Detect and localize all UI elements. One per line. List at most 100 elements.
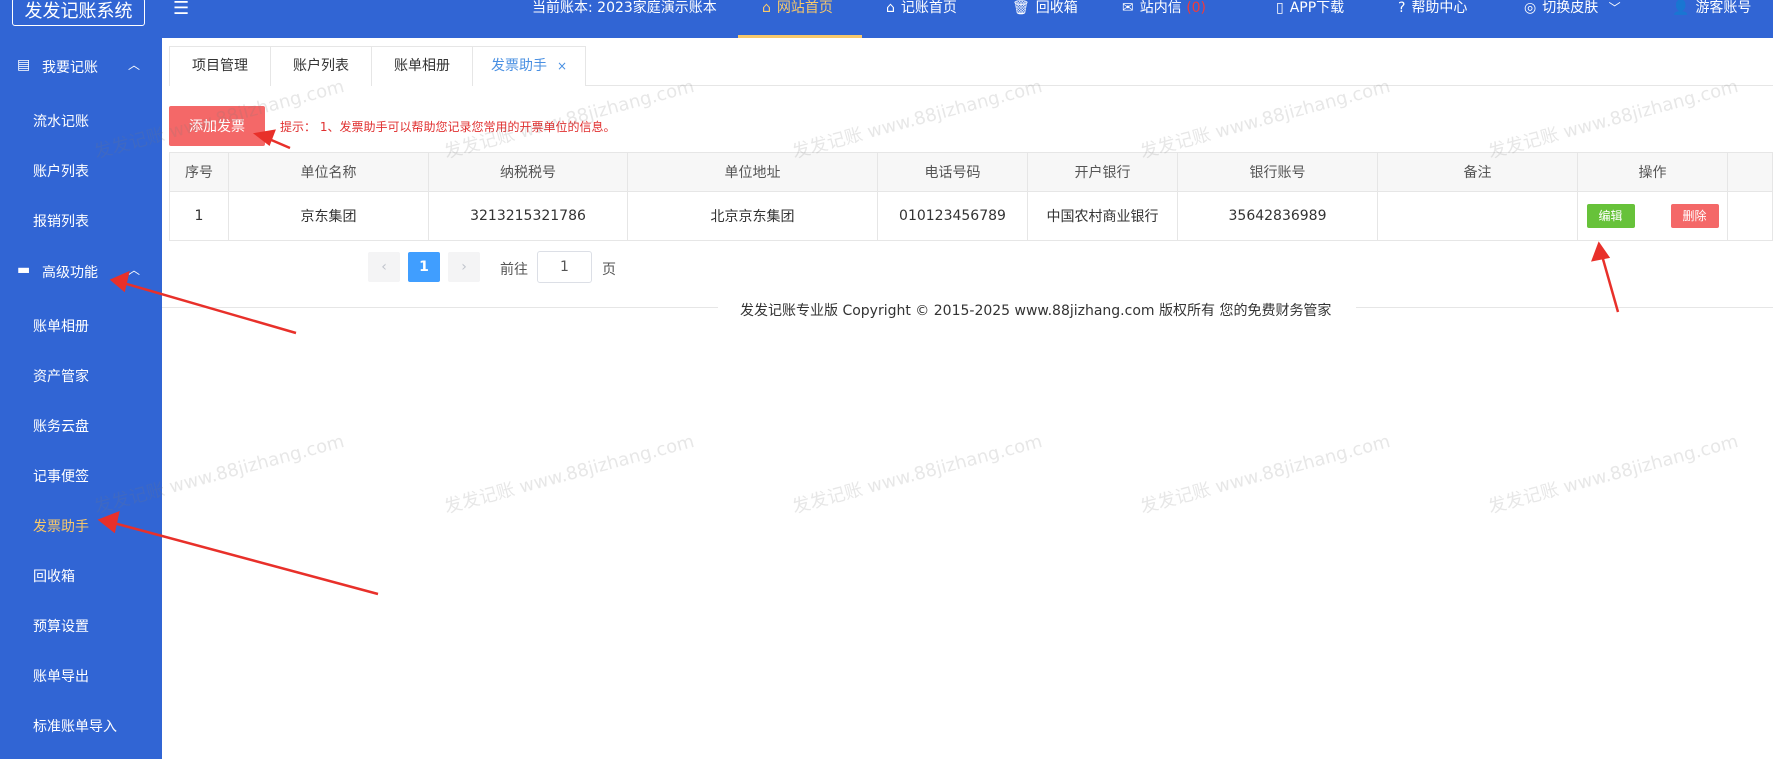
nav-switch-skin[interactable]: ◎ 切换皮肤 ﹀ (1524, 0, 1621, 38)
tab-projects[interactable]: 项目管理 (169, 46, 271, 86)
close-icon[interactable]: × (557, 59, 567, 73)
trash-icon: 🗑 (1012, 0, 1030, 16)
table-header-row: 序号 单位名称 纳税税号 单位地址 电话号码 开户银行 银行账号 备注 操作 (169, 152, 1773, 192)
sidebar-item-export[interactable]: 账单导出 (33, 666, 89, 686)
cell-tax-id: 3213215321786 (428, 191, 628, 241)
page-suffix: 页 (602, 262, 616, 278)
app-logo[interactable]: 发发记账系统 (12, 0, 145, 26)
sidebar-item-flow[interactable]: 流水记账 (33, 111, 89, 131)
arrow-add-invoice (261, 134, 291, 150)
column-header: 银行账号 (1177, 152, 1378, 192)
column-header-filler (1727, 152, 1773, 192)
sidebar-item-budget[interactable]: 预算设置 (33, 616, 89, 636)
mail-icon: ✉ (1122, 0, 1134, 16)
home-icon: ⌂ (886, 0, 895, 16)
nav-label: 站内信 (1139, 0, 1182, 16)
cell-index: 1 (169, 191, 229, 241)
table-row: 1 京东集团 3213215321786 北京京东集团 010123456789… (169, 191, 1773, 241)
tab-accounts[interactable]: 账户列表 (270, 46, 372, 86)
nav-guest-account[interactable]: 👤 游客账号 (1672, 0, 1751, 38)
sidebar-item-recycle[interactable]: 回收箱 (33, 566, 75, 586)
sidebar: ▤ 我要记账 ︿ 流水记账 账户列表 报销列表 ▬ 高级功能 ︿ 账单相册 资产… (0, 38, 162, 759)
nav-ledger-home[interactable]: ⌂ 记账首页 (886, 0, 957, 38)
invoice-table: 序号 单位名称 纳税税号 单位地址 电话号码 开户银行 银行账号 备注 操作 1… (169, 152, 1773, 241)
column-header: 开户银行 (1027, 152, 1178, 192)
cell-account: 35642836989 (1177, 191, 1378, 241)
chevron-down-icon: ﹀ (1608, 1, 1621, 15)
watermark: 发发记账 www.88jizhang.com (1486, 430, 1741, 518)
sidebar-item-accounts[interactable]: 账户列表 (33, 161, 89, 181)
prev-page-button[interactable]: ‹ (368, 252, 400, 282)
watermark: 发发记账 www.88jizhang.com (1138, 430, 1393, 518)
sidebar-group-label: 我要记账 (42, 60, 98, 76)
page-1-button[interactable]: 1 (408, 252, 440, 282)
sidebar-item-assets[interactable]: 资产管家 (33, 366, 89, 386)
column-header: 序号 (169, 152, 229, 192)
chevron-up-icon: ︿ (128, 263, 141, 277)
cell-filler (1727, 191, 1773, 241)
briefcase-icon: ▬ (17, 262, 31, 278)
menu-toggle-icon[interactable]: ☰ (173, 0, 189, 18)
arrowhead (1591, 241, 1611, 262)
arrow-actions (1599, 251, 1620, 313)
column-header: 单位地址 (627, 152, 878, 192)
cell-name: 京东集团 (228, 191, 429, 241)
sidebar-group-label: 高级功能 (42, 265, 98, 281)
sidebar-item-import[interactable]: 标准账单导入 (33, 716, 117, 736)
top-bar: 发发记账系统 ☰ 当前账本: 2023家庭演示账本 ⌂ 网站首页 ⌂ 记账首页 🗑 回… (0, 0, 1773, 38)
sidebar-group-advanced[interactable]: ▬ 高级功能 ︿ (0, 251, 162, 291)
cell-address: 北京京东集团 (627, 191, 878, 241)
help-icon: ? (1398, 0, 1406, 16)
add-invoice-button[interactable]: 添加发票 (169, 106, 265, 146)
nav-label: 切换皮肤 (1542, 0, 1599, 16)
nav-active-indicator (738, 35, 862, 38)
current-account-label: 当前账本: 2023家庭演示账本 (532, 0, 717, 16)
footer-copyright: 发发记账专业版 Copyright © 2015-2025 www.88jizh… (740, 303, 1332, 319)
sidebar-item-cloud[interactable]: 账务云盘 (33, 416, 89, 436)
next-page-button[interactable]: › (448, 252, 480, 282)
column-header: 操作 (1577, 152, 1728, 192)
tab-label: 发票助手 (490, 58, 547, 74)
sidebar-item-notes[interactable]: 记事便签 (33, 466, 89, 486)
edit-button[interactable]: 编辑 (1586, 204, 1635, 228)
sidebar-group-bookkeeping[interactable]: ▤ 我要记账 ︿ (0, 46, 162, 86)
ledger-icon: ▤ (17, 57, 31, 73)
cell-bank: 中国农村商业银行 (1027, 191, 1178, 241)
sidebar-item-album[interactable]: 账单相册 (33, 316, 89, 336)
goto-label: 前往 (500, 262, 528, 278)
nav-label: APP下载 (1289, 0, 1345, 16)
tab-album[interactable]: 账单相册 (371, 46, 473, 86)
nav-app-download[interactable]: ▯ APP下载 (1276, 0, 1344, 38)
tab-invoice[interactable]: 发票助手 × (472, 46, 586, 86)
message-count-badge: (0) (1186, 0, 1207, 16)
nav-label: 回收箱 (1035, 0, 1078, 16)
cell-actions: 编辑 删除 (1577, 191, 1728, 241)
chevron-up-icon: ︿ (128, 58, 141, 72)
hint-text: 提示： 1、发票助手可以帮助您记录您常用的开票单位的信息。 (280, 120, 616, 134)
nav-site-home[interactable]: ⌂ 网站首页 (762, 0, 833, 38)
cell-phone: 010123456789 (877, 191, 1028, 241)
watermark: 发发记账 www.88jizhang.com (442, 430, 697, 518)
column-header: 电话号码 (877, 152, 1028, 192)
nav-label: 网站首页 (776, 0, 833, 16)
footer-divider-right (1356, 307, 1773, 308)
phone-icon: ▯ (1276, 0, 1284, 16)
column-header: 备注 (1377, 152, 1578, 192)
annotation-arrows (97, 129, 1620, 596)
user-icon: 👤 (1672, 0, 1690, 16)
nav-label: 帮助中心 (1411, 0, 1468, 16)
home-icon: ⌂ (762, 0, 771, 16)
nav-recycle-bin[interactable]: 🗑 回收箱 (1012, 0, 1078, 38)
cell-note (1377, 191, 1578, 241)
nav-help-center[interactable]: ? 帮助中心 (1398, 0, 1467, 38)
nav-messages[interactable]: ✉ 站内信 (0) (1122, 0, 1206, 38)
sidebar-item-invoice[interactable]: 发票助手 (33, 516, 89, 536)
column-header: 单位名称 (228, 152, 429, 192)
delete-button[interactable]: 删除 (1670, 204, 1719, 228)
footer-divider-left (162, 307, 718, 308)
skin-icon: ◎ (1524, 0, 1537, 16)
nav-label: 记账首页 (900, 0, 957, 16)
goto-page-input[interactable] (537, 251, 592, 283)
watermark: 发发记账 www.88jizhang.com (790, 430, 1045, 518)
sidebar-item-reimbursements[interactable]: 报销列表 (33, 211, 89, 231)
